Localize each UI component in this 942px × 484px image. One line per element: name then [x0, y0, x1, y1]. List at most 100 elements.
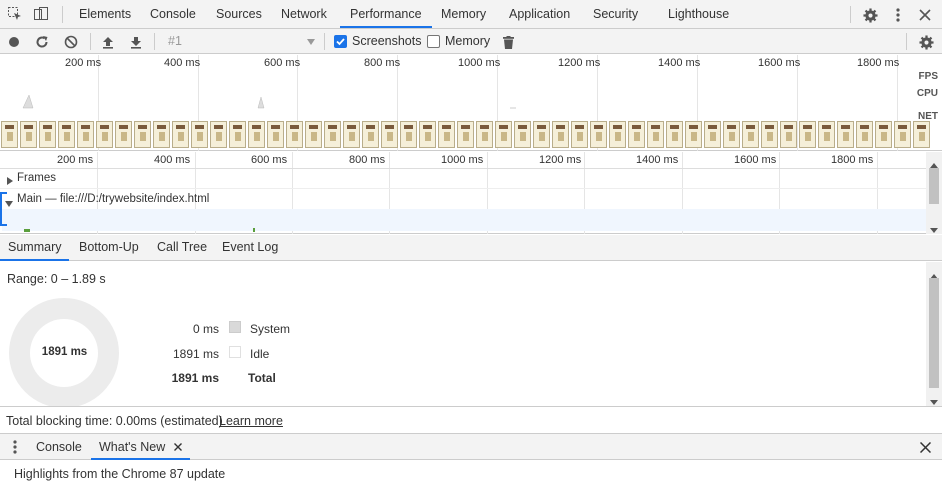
- screenshot-thumbnail[interactable]: [58, 121, 75, 148]
- screenshot-thumbnail[interactable]: [134, 121, 151, 148]
- screenshot-thumbnail[interactable]: [153, 121, 170, 148]
- drawer-tab-console[interactable]: Console: [28, 434, 90, 460]
- timeline-overview[interactable]: 200 ms 400 ms 600 ms 800 ms 1000 ms 1200…: [0, 55, 942, 151]
- expand-arrow-icon[interactable]: [7, 174, 13, 188]
- tab-elements[interactable]: Elements: [69, 0, 141, 28]
- settings-gear-icon[interactable]: [861, 6, 879, 24]
- screenshot-thumbnail[interactable]: [77, 121, 94, 148]
- screenshot-thumbnail[interactable]: [590, 121, 607, 148]
- screenshot-thumbnail[interactable]: [685, 121, 702, 148]
- clear-icon[interactable]: [63, 34, 79, 50]
- screenshot-thumbnail[interactable]: [495, 121, 512, 148]
- screenshot-thumbnail[interactable]: [39, 121, 56, 148]
- screenshot-thumbnail[interactable]: [343, 121, 360, 148]
- screenshot-thumbnail[interactable]: [419, 121, 436, 148]
- screenshot-thumbnail[interactable]: [476, 121, 493, 148]
- memory-label[interactable]: Memory: [445, 29, 490, 54]
- screenshot-thumbnail[interactable]: [381, 121, 398, 148]
- timeline-scrollbar[interactable]: [926, 152, 942, 234]
- trash-icon[interactable]: [500, 34, 516, 50]
- screenshot-thumbnail[interactable]: [913, 121, 930, 148]
- main-thread-track[interactable]: Main — file:///D:/trywebsite/index.html: [0, 190, 926, 210]
- screenshot-thumbnail[interactable]: [742, 121, 759, 148]
- record-icon[interactable]: [7, 35, 21, 49]
- tab-lighthouse[interactable]: Lighthouse: [658, 0, 739, 28]
- screenshot-thumbnail[interactable]: [248, 121, 265, 148]
- screenshot-thumbnail[interactable]: [457, 121, 474, 148]
- screenshot-thumbnail[interactable]: [799, 121, 816, 148]
- scrollbar-thumb[interactable]: [929, 278, 939, 388]
- scroll-down-icon[interactable]: [930, 222, 938, 236]
- close-drawer-icon[interactable]: [918, 440, 932, 454]
- frames-track[interactable]: Frames: [0, 169, 926, 189]
- tab-console[interactable]: Console: [140, 0, 206, 28]
- tab-network[interactable]: Network: [271, 0, 337, 28]
- tab-call-tree[interactable]: Call Tree: [149, 235, 215, 261]
- screenshot-thumbnail[interactable]: [305, 121, 322, 148]
- selection-marker: [0, 192, 7, 226]
- screenshot-thumbnail[interactable]: [115, 121, 132, 148]
- tab-sources[interactable]: Sources: [206, 0, 272, 28]
- screenshot-thumbnail[interactable]: [571, 121, 588, 148]
- screenshot-thumbnail[interactable]: [96, 121, 113, 148]
- screenshot-thumbnail[interactable]: [761, 121, 778, 148]
- timeline-flamechart[interactable]: 200 ms 400 ms 600 ms 800 ms 1000 ms 1200…: [0, 152, 942, 234]
- inspect-element-icon[interactable]: [6, 5, 24, 23]
- screenshot-thumbnail[interactable]: [172, 121, 189, 148]
- screenshot-filmstrip[interactable]: [0, 121, 942, 149]
- reload-record-icon[interactable]: [34, 34, 50, 50]
- screenshot-thumbnail[interactable]: [723, 121, 740, 148]
- screenshot-thumbnail[interactable]: [818, 121, 835, 148]
- tab-event-log[interactable]: Event Log: [214, 235, 286, 261]
- screenshot-thumbnail[interactable]: [514, 121, 531, 148]
- screenshot-thumbnail[interactable]: [267, 121, 284, 148]
- learn-more-link[interactable]: Learn more: [219, 414, 283, 428]
- screenshot-thumbnail[interactable]: [647, 121, 664, 148]
- tab-bottom-up[interactable]: Bottom-Up: [71, 235, 147, 261]
- tab-summary[interactable]: Summary: [0, 235, 70, 261]
- tab-memory[interactable]: Memory: [431, 0, 496, 28]
- screenshot-thumbnail[interactable]: [229, 121, 246, 148]
- overview-tick: 800 ms: [364, 57, 401, 69]
- summary-scrollbar[interactable]: [926, 262, 942, 406]
- chevron-down-icon[interactable]: [306, 37, 316, 47]
- device-toolbar-icon[interactable]: [32, 5, 50, 23]
- screenshot-thumbnail[interactable]: [666, 121, 683, 148]
- screenshot-thumbnail[interactable]: [191, 121, 208, 148]
- screenshot-thumbnail[interactable]: [875, 121, 892, 148]
- drawer-menu-icon[interactable]: [10, 439, 20, 455]
- load-profile-icon[interactable]: [100, 34, 116, 50]
- tab-performance[interactable]: Performance: [340, 0, 432, 28]
- screenshot-thumbnail[interactable]: [210, 121, 227, 148]
- recording-select[interactable]: #1: [168, 29, 182, 54]
- screenshot-thumbnail[interactable]: [704, 121, 721, 148]
- screenshot-thumbnail[interactable]: [552, 121, 569, 148]
- screenshot-thumbnail[interactable]: [438, 121, 455, 148]
- capture-settings-gear-icon[interactable]: [917, 33, 935, 51]
- screenshot-thumbnail[interactable]: [1, 121, 18, 148]
- memory-checkbox[interactable]: [427, 35, 440, 48]
- screenshot-thumbnail[interactable]: [533, 121, 550, 148]
- close-devtools-icon[interactable]: [916, 6, 934, 24]
- screenshots-checkbox[interactable]: [334, 35, 347, 48]
- screenshot-thumbnail[interactable]: [286, 121, 303, 148]
- screenshot-thumbnail[interactable]: [837, 121, 854, 148]
- more-options-icon[interactable]: [890, 6, 906, 24]
- drawer-tab-whats-new[interactable]: What's New: [91, 434, 190, 460]
- screenshot-thumbnail[interactable]: [856, 121, 873, 148]
- screenshot-thumbnail[interactable]: [780, 121, 797, 148]
- save-profile-icon[interactable]: [128, 34, 144, 50]
- close-tab-icon[interactable]: [173, 434, 182, 461]
- screenshot-thumbnail[interactable]: [609, 121, 626, 148]
- screenshot-thumbnail[interactable]: [400, 121, 417, 148]
- screenshot-thumbnail[interactable]: [362, 121, 379, 148]
- tab-application[interactable]: Application: [499, 0, 580, 28]
- screenshots-label[interactable]: Screenshots: [352, 29, 421, 54]
- summary-panel: Range: 0 – 1.89 s 1891 ms 0 ms System 18…: [0, 262, 942, 408]
- screenshot-thumbnail[interactable]: [894, 121, 911, 148]
- screenshot-thumbnail[interactable]: [324, 121, 341, 148]
- screenshot-thumbnail[interactable]: [628, 121, 645, 148]
- scrollbar-thumb[interactable]: [929, 168, 939, 204]
- tab-security[interactable]: Security: [583, 0, 648, 28]
- screenshot-thumbnail[interactable]: [20, 121, 37, 148]
